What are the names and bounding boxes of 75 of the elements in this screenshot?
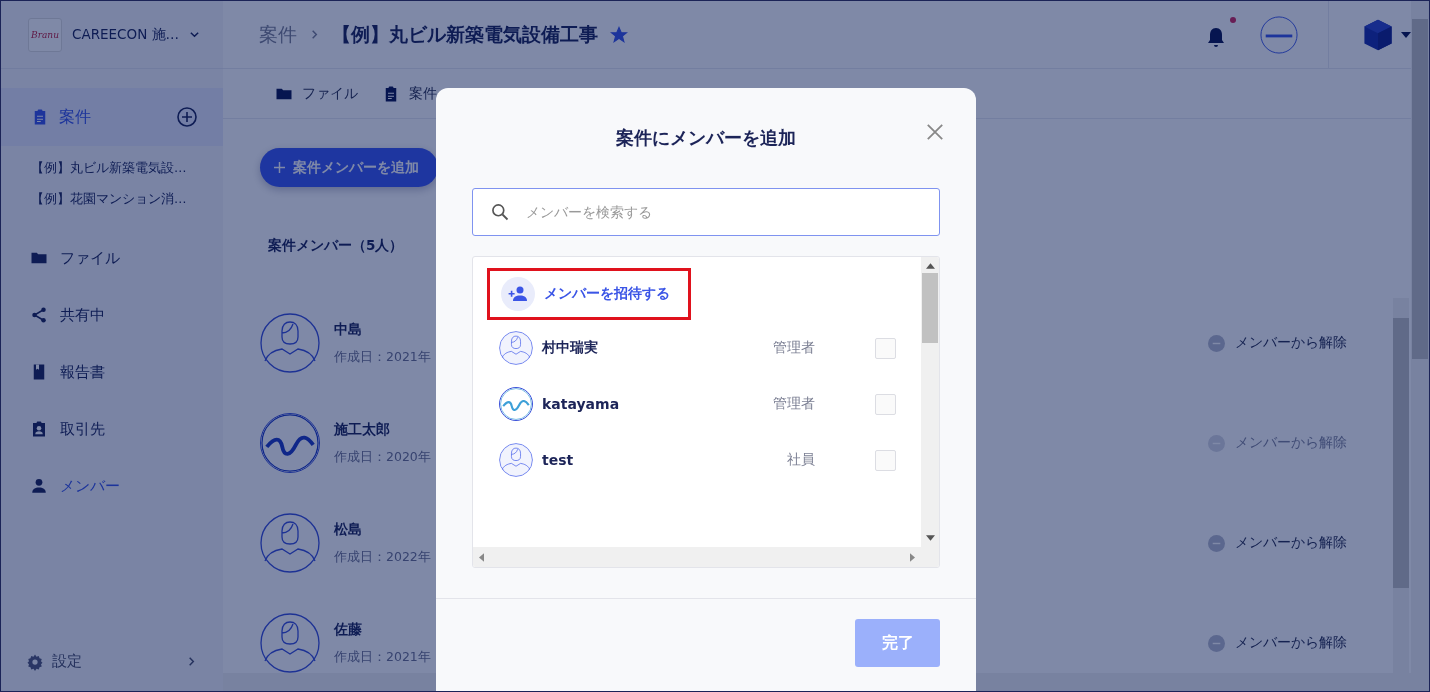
project-link[interactable]: 【例】丸ビル新築電気設… (31, 158, 223, 178)
remove-member-button[interactable]: メンバーから解除 (1208, 534, 1347, 552)
member-name: 村中瑞実 (542, 339, 599, 357)
member-role: 社員 (787, 451, 815, 469)
tab[interactable]: 案件 (382, 84, 437, 103)
page-title: 【例】丸ビル新築電気設備工事 (332, 21, 598, 47)
created-date: 作成日：2022年 (334, 548, 431, 566)
member-name: 中島 (334, 320, 363, 339)
chevron-right-icon (309, 29, 320, 40)
checkbox[interactable] (875, 393, 896, 415)
close-icon (926, 123, 944, 141)
member-name: test (542, 452, 575, 468)
chevron-right-icon (186, 656, 197, 667)
scrollbar[interactable] (1393, 298, 1409, 673)
logo-avatar-icon (260, 413, 320, 473)
add-circle-icon (175, 105, 199, 129)
chevron-down-icon (189, 29, 201, 40)
scrollbar-thumb[interactable] (1393, 318, 1409, 588)
sidebar-item[interactable]: 取引先 (1, 418, 223, 440)
avatar-icon (499, 331, 533, 365)
member-role: 管理者 (773, 395, 815, 413)
created-date: 作成日：2021年 (334, 348, 431, 366)
scrollbar[interactable] (921, 257, 939, 547)
account-avatar-icon (1260, 15, 1298, 54)
minus-circle-icon (1208, 634, 1225, 652)
sidebar-item[interactable]: ファイル (1, 247, 223, 269)
member-role: 管理者 (773, 339, 815, 357)
member-name: 施工太郎 (334, 420, 391, 439)
project-link[interactable]: 【例】花園マンション消… (31, 189, 223, 209)
share-icon (30, 306, 48, 324)
minus-circle-icon (1208, 334, 1225, 352)
logo-avatar-icon (499, 387, 533, 421)
sidebar-item[interactable]: 共有中 (1, 304, 223, 326)
member-name: 佐藤 (334, 620, 363, 639)
remove-member-button[interactable]: メンバーから解除 (1208, 634, 1347, 652)
sidebar-section[interactable]: 案件 (1, 88, 223, 146)
member-name: 松島 (334, 520, 363, 539)
settings-item[interactable]: 設定 (1, 652, 223, 671)
dialog-title: 案件にメンバーを追加 (616, 126, 796, 150)
breadcrumb-link[interactable]: 案件 (259, 21, 297, 48)
sidebar-item[interactable]: メンバー (1, 475, 223, 497)
checkbox[interactable] (875, 449, 896, 471)
tab[interactable]: ファイル (275, 84, 358, 103)
created-date: 作成日：2021年 (334, 648, 431, 666)
caret-down-icon (1401, 31, 1411, 38)
remove-member-button[interactable]: メンバーから解除 (1208, 334, 1347, 352)
scrollbar-thumb[interactable] (922, 273, 938, 343)
close-button[interactable] (926, 122, 946, 142)
sidebar-item[interactable]: 報告書 (1, 361, 223, 383)
arrow-down-icon (925, 535, 935, 541)
arrow-right-icon (910, 552, 915, 562)
invite-member-item[interactable]: メンバーを招待する (487, 268, 691, 320)
member-name: katayama (542, 396, 621, 412)
add-member-button[interactable]: 案件メンバーを追加 (260, 148, 438, 187)
avatar-icon (260, 313, 320, 373)
person-icon (30, 477, 48, 495)
company-switcher[interactable]: CAREECON 施… (72, 25, 201, 44)
avatar-icon (260, 613, 320, 673)
scrollbar[interactable] (473, 547, 939, 567)
scrollbar[interactable] (1411, 1, 1429, 691)
member-count: 案件メンバー（5人） (267, 237, 405, 255)
search-field[interactable]: メンバーを検索する (472, 188, 940, 236)
scrollbar-thumb[interactable] (1412, 19, 1428, 359)
avatar-icon (260, 513, 320, 573)
plus-icon (274, 162, 285, 173)
arrow-up-icon (925, 263, 935, 269)
arrow-left-icon (479, 552, 484, 562)
id-badge-icon (30, 420, 48, 438)
created-date: 作成日：2020年 (334, 448, 431, 466)
add-person-icon (501, 277, 535, 311)
checkbox[interactable] (875, 337, 896, 359)
company-logo: Branu (28, 17, 62, 52)
settings-icon (26, 652, 44, 671)
minus-circle-icon (1208, 534, 1225, 552)
avatar-icon (499, 443, 533, 477)
